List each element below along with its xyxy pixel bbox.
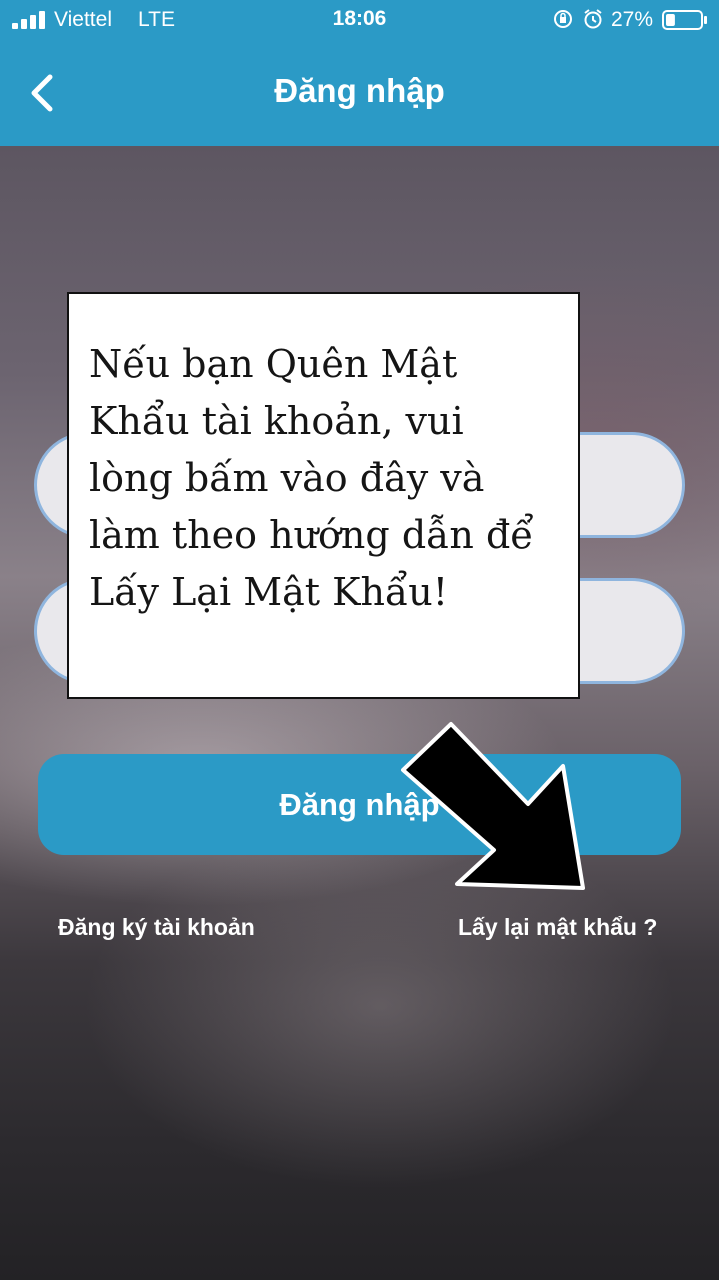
status-bar: Viettel LTE 18:06 27%	[0, 0, 719, 40]
annotation-line: làm theo hướng dẫn để	[89, 513, 534, 557]
login-screen: Viettel LTE 18:06 27% Đăng nhập Nếu bạn …	[0, 0, 719, 1280]
annotation-line: lòng bấm vào đây và	[89, 456, 485, 500]
annotation-line: Khẩu tài khoản, vui	[89, 399, 464, 443]
battery-percent: 27%	[611, 8, 654, 31]
annotation-box: Nếu bạn Quên Mật Khẩu tài khoản, vui lòn…	[67, 292, 580, 699]
register-link[interactable]: Đăng ký tài khoản	[58, 914, 255, 941]
page-title: Đăng nhập	[274, 72, 445, 109]
annotation-text: Nếu bạn Quên Mật Khẩu tài khoản, vui lòn…	[89, 336, 559, 621]
alarm-icon	[584, 9, 602, 29]
battery-icon	[662, 10, 707, 30]
arrow-down-right-icon	[401, 722, 585, 890]
annotation-line: Nếu bạn Quên Mật	[89, 342, 458, 386]
annotation-line: Lấy Lại Mật Khẩu!	[89, 570, 448, 614]
nav-bar: Đăng nhập	[0, 40, 719, 146]
orientation-lock-icon	[554, 10, 572, 28]
forgot-password-link[interactable]: Lấy lại mật khẩu ?	[458, 914, 657, 941]
